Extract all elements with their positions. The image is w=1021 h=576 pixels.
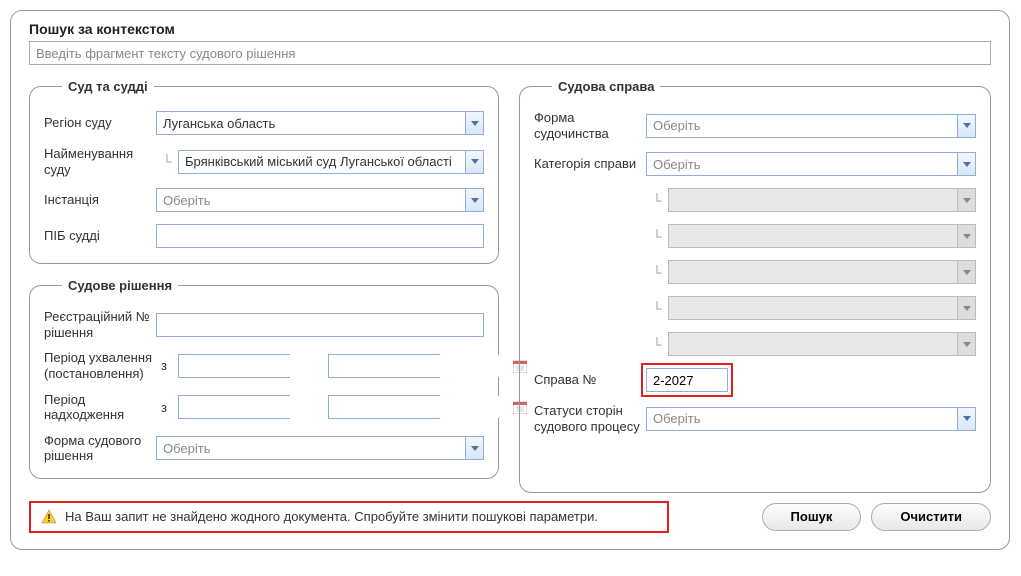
- chevron-down-icon: [465, 189, 483, 211]
- chevron-down-icon: [957, 153, 975, 175]
- legend-decision: Судове рішення: [62, 278, 178, 293]
- select-case-cat-text: Оберіть: [647, 157, 957, 172]
- label-regno: Реєстраційний № рішення: [44, 309, 156, 340]
- row-period2: Період надходження з по: [44, 392, 484, 423]
- row-case-form: Форма судочинства Оберіть: [534, 110, 976, 141]
- select-courtname[interactable]: Брянківський міський суд Луганської обла…: [178, 150, 484, 174]
- bottom-bar: На Ваш запит не знайдено жодного докумен…: [29, 501, 991, 533]
- row-period1: Період ухвалення (постановлення) з по: [44, 350, 484, 381]
- input-regno[interactable]: [156, 313, 484, 337]
- label-period1: Період ухвалення (постановлення): [44, 350, 156, 381]
- row-caseno: Справа №: [534, 367, 976, 393]
- label-caseno: Справа №: [534, 372, 646, 388]
- row-subcat-2: └: [534, 223, 976, 249]
- date-group-2: з по: [156, 395, 484, 419]
- context-input[interactable]: [29, 41, 991, 65]
- select-courtname-text: Брянківський міський суд Луганської обла…: [179, 154, 465, 169]
- date-to-2[interactable]: [328, 395, 440, 419]
- from-label: з: [156, 400, 172, 415]
- select-case-cat[interactable]: Оберіть: [646, 152, 976, 176]
- row-region: Регіон суду Луганська область: [44, 110, 484, 136]
- select-region-text: Луганська область: [157, 116, 465, 131]
- left-column: Суд та судді Регіон суду Луганська облас…: [29, 79, 499, 493]
- chevron-down-icon: [957, 297, 975, 319]
- select-status-text: Оберіть: [647, 411, 957, 426]
- row-subcat-5: └: [534, 331, 976, 357]
- select-decision-form-text: Оберіть: [157, 441, 465, 456]
- label-period2: Період надходження: [44, 392, 156, 423]
- tree-branch-icon: └: [156, 154, 178, 169]
- chevron-down-icon: [465, 112, 483, 134]
- row-subcat-4: └: [534, 295, 976, 321]
- row-case-cat: Категорія справи Оберіть: [534, 151, 976, 177]
- row-subcat-1: └: [534, 187, 976, 213]
- context-title: Пошук за контекстом: [29, 21, 991, 37]
- row-subcat-3: └: [534, 259, 976, 285]
- tree-branch-icon: └: [646, 265, 668, 280]
- tree-branch-icon: └: [646, 337, 668, 352]
- warning-icon: [41, 509, 57, 525]
- warning-text: На Ваш запит не знайдено жодного докумен…: [65, 509, 598, 524]
- label-judge: ПІБ судді: [44, 228, 156, 244]
- date-from-1[interactable]: [178, 354, 290, 378]
- select-status[interactable]: Оберіть: [646, 407, 976, 431]
- select-subcat-3: [668, 260, 976, 284]
- chevron-down-icon: [465, 437, 483, 459]
- clear-button[interactable]: Очистити: [871, 503, 991, 531]
- chevron-down-icon: [957, 115, 975, 137]
- fieldset-court: Суд та судді Регіон суду Луганська облас…: [29, 79, 499, 264]
- row-judge: ПІБ судді: [44, 223, 484, 249]
- row-courtname: Найменування суду └ Брянківський міський…: [44, 146, 484, 177]
- caseno-highlight: [643, 365, 731, 395]
- select-region[interactable]: Луганська область: [156, 111, 484, 135]
- label-status: Статуси сторін судового процесу: [534, 403, 646, 434]
- input-judge[interactable]: [156, 224, 484, 248]
- input-caseno[interactable]: [646, 368, 728, 392]
- label-decision-form: Форма судового рішення: [44, 433, 156, 464]
- chevron-down-icon: [957, 189, 975, 211]
- chevron-down-icon: [465, 151, 483, 173]
- fieldset-case: Судова справа Форма судочинства Оберіть …: [519, 79, 991, 493]
- select-decision-form[interactable]: Оберіть: [156, 436, 484, 460]
- row-decision-form: Форма судового рішення Оберіть: [44, 433, 484, 464]
- date-group-1: з по: [156, 354, 484, 378]
- select-subcat-2: [668, 224, 976, 248]
- select-subcat-1: [668, 188, 976, 212]
- chevron-down-icon: [957, 225, 975, 247]
- button-group: Пошук Очистити: [762, 503, 991, 531]
- fieldset-decision: Судове рішення Реєстраційний № рішення П…: [29, 278, 499, 479]
- chevron-down-icon: [957, 261, 975, 283]
- label-instance: Інстанція: [44, 192, 156, 208]
- label-case-form: Форма судочинства: [534, 110, 646, 141]
- date-from-2[interactable]: [178, 395, 290, 419]
- search-panel: Пошук за контекстом Суд та судді Регіон …: [10, 10, 1010, 550]
- date-to-2-input[interactable]: [329, 396, 513, 418]
- label-region: Регіон суду: [44, 115, 156, 131]
- select-instance-text: Оберіть: [157, 193, 465, 208]
- label-courtname: Найменування суду: [44, 146, 156, 177]
- warning-box: На Ваш запит не знайдено жодного докумен…: [29, 501, 669, 533]
- chevron-down-icon: [957, 408, 975, 430]
- from-label: з: [156, 358, 172, 373]
- tree-branch-icon: └: [646, 229, 668, 244]
- right-column: Судова справа Форма судочинства Оберіть …: [519, 79, 991, 493]
- row-status: Статуси сторін судового процесу Оберіть: [534, 403, 976, 434]
- row-regno: Реєстраційний № рішення: [44, 309, 484, 340]
- select-case-form[interactable]: Оберіть: [646, 114, 976, 138]
- tree-branch-icon: └: [646, 193, 668, 208]
- select-instance[interactable]: Оберіть: [156, 188, 484, 212]
- columns: Суд та судді Регіон суду Луганська облас…: [29, 79, 991, 493]
- select-subcat-4: [668, 296, 976, 320]
- label-case-cat: Категорія справи: [534, 156, 646, 172]
- legend-court: Суд та судді: [62, 79, 154, 94]
- select-subcat-5: [668, 332, 976, 356]
- tree-branch-icon: └: [646, 301, 668, 316]
- select-case-form-text: Оберіть: [647, 118, 957, 133]
- chevron-down-icon: [957, 333, 975, 355]
- date-to-1-input[interactable]: [329, 355, 513, 377]
- row-instance: Інстанція Оберіть: [44, 187, 484, 213]
- date-to-1[interactable]: [328, 354, 440, 378]
- legend-case: Судова справа: [552, 79, 660, 94]
- search-button[interactable]: Пошук: [762, 503, 862, 531]
